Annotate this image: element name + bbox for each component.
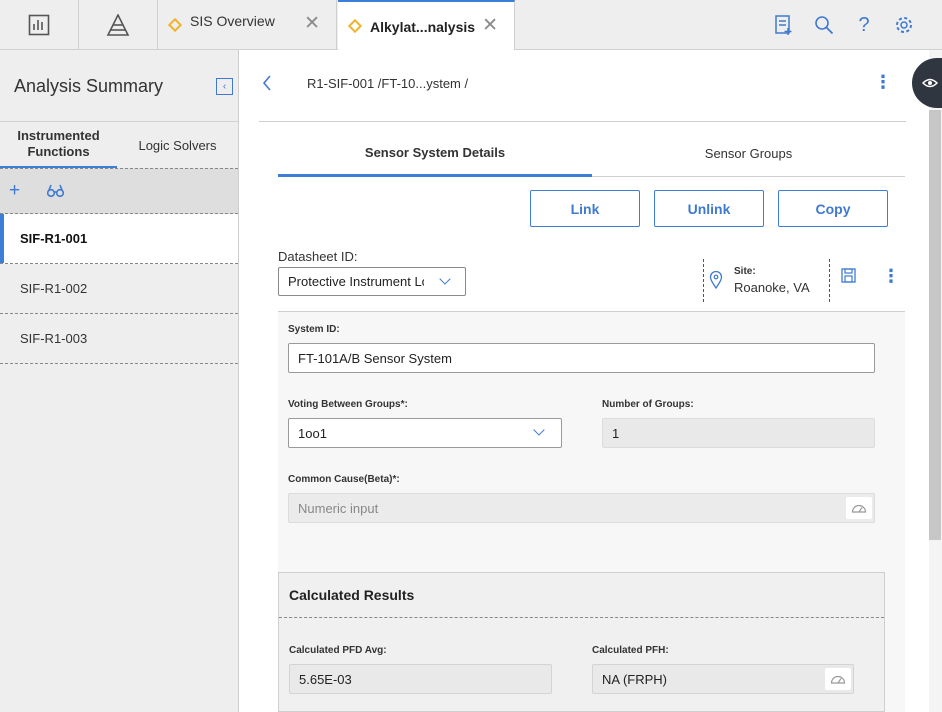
- add-icon[interactable]: +: [9, 181, 20, 201]
- diamond-icon: [347, 18, 363, 34]
- section-title: Calculated Results: [289, 587, 415, 603]
- panel-title: Analysis Summary: [14, 76, 164, 96]
- back-chevron-icon[interactable]: [262, 75, 272, 96]
- list-item[interactable]: SIF-R1-002: [0, 264, 238, 314]
- tab-label-line1: Instrumented: [17, 128, 100, 143]
- tab-label: Logic Solvers: [138, 137, 217, 153]
- close-icon[interactable]: ✕: [304, 14, 320, 33]
- divider: [259, 121, 906, 122]
- pfd-avg-label: Calculated PFD Avg:: [289, 645, 387, 656]
- sensor-tabs: Sensor System Details Sensor Groups: [278, 131, 905, 177]
- link-button[interactable]: Link: [530, 190, 640, 227]
- chevron-down-icon: [533, 424, 545, 436]
- chevron-down-icon: [439, 273, 451, 285]
- tab-sis-overview[interactable]: SIS Overview ✕: [158, 0, 337, 49]
- common-cause-label: Common Cause(Beta)*:: [288, 474, 400, 485]
- top-bar: SIS Overview ✕ Alkylat...nalysis ✕ ?: [0, 0, 942, 50]
- voting-value: 1oo1: [298, 425, 327, 441]
- pfh-value: NA (FRPH): [602, 671, 667, 687]
- voting-label: Voting Between Groups*:: [288, 399, 408, 410]
- number-of-groups-value: 1: [612, 425, 620, 441]
- common-cause-field: Numeric input: [288, 493, 875, 523]
- common-cause-placeholder: Numeric input: [298, 500, 379, 516]
- site-value: Roanoke, VA: [734, 280, 810, 295]
- list-item-label: SIF-R1-001: [20, 231, 88, 246]
- tab-instrumented-functions[interactable]: Instrumented Functions: [0, 122, 117, 169]
- number-of-groups-label: Number of Groups:: [602, 399, 694, 410]
- left-panel-toolbar: +: [0, 168, 238, 214]
- search-icon[interactable]: [812, 13, 836, 37]
- system-id-field[interactable]: FT-101A/B Sensor System: [288, 343, 875, 373]
- datasheet-value: Protective Instrument Loop: [288, 274, 424, 289]
- tab-label: Sensor System Details: [364, 145, 506, 160]
- pfd-avg-field: 5.65E-03: [289, 664, 552, 694]
- calculated-results-header: Calculated Results: [279, 573, 884, 618]
- tab-label: Sensor Groups: [704, 146, 793, 161]
- save-icon[interactable]: [841, 268, 856, 288]
- unlink-button[interactable]: Unlink: [654, 190, 764, 227]
- pfh-label: Calculated PFH:: [592, 645, 669, 656]
- close-icon[interactable]: ✕: [482, 16, 498, 35]
- tab-label: SIS Overview: [190, 12, 275, 29]
- list-item-label: SIF-R1-002: [20, 281, 88, 296]
- dashboard-button[interactable]: [0, 0, 79, 49]
- copy-button[interactable]: Copy: [778, 190, 888, 227]
- system-id-label: System ID:: [288, 324, 340, 335]
- help-icon[interactable]: ?: [852, 13, 876, 37]
- gauge-icon[interactable]: [825, 668, 851, 690]
- datasheet-label: Datasheet ID:: [278, 249, 358, 264]
- pfd-avg-value: 5.65E-03: [299, 671, 352, 687]
- tab-label-line2: Functions: [27, 144, 90, 159]
- side-panel-toggle[interactable]: [912, 58, 942, 108]
- number-of-groups-field: 1: [602, 418, 875, 448]
- divider: [829, 259, 830, 302]
- tab-alkylation-analysis[interactable]: Alkylat...nalysis ✕: [338, 0, 515, 50]
- gauge-icon[interactable]: [846, 497, 872, 519]
- notes-icon[interactable]: [772, 13, 796, 37]
- datasheet-select[interactable]: Protective Instrument Loop: [278, 267, 466, 296]
- list-item[interactable]: SIF-R1-001: [0, 214, 238, 264]
- sif-list: SIF-R1-001 SIF-R1-002 SIF-R1-003: [0, 214, 238, 364]
- pfh-field: NA (FRPH): [592, 664, 854, 694]
- asset-hierarchy-button[interactable]: [79, 0, 158, 49]
- left-panel: Analysis Summary ‹ Instrumented Functions…: [0, 50, 239, 712]
- diamond-icon: [167, 17, 183, 32]
- voting-select[interactable]: 1oo1: [288, 418, 562, 448]
- list-item[interactable]: SIF-R1-003: [0, 314, 238, 364]
- binoculars-icon[interactable]: [46, 183, 65, 203]
- gear-icon[interactable]: [892, 13, 916, 37]
- pyramid-icon: [106, 13, 130, 36]
- eye-icon: [922, 78, 938, 88]
- location-pin-icon: [709, 270, 723, 294]
- breadcrumb: R1-SIF-001 /FT-10...ystem /: [307, 76, 469, 91]
- divider: [703, 259, 704, 302]
- more-options-icon[interactable]: ⋮: [882, 267, 900, 285]
- site-label: Site:: [734, 266, 756, 277]
- list-item-label: SIF-R1-003: [20, 331, 88, 346]
- system-id-value: FT-101A/B Sensor System: [298, 350, 452, 366]
- tab-logic-solvers[interactable]: Logic Solvers: [117, 122, 238, 169]
- tab-label: Alkylat...nalysis: [370, 19, 476, 35]
- collapse-panel-icon[interactable]: ‹: [216, 78, 233, 95]
- scrollbar[interactable]: [929, 110, 941, 540]
- dashboard-icon: [28, 14, 50, 35]
- left-panel-tabs: Instrumented Functions Logic Solvers: [0, 121, 238, 169]
- tab-sensor-system-details[interactable]: Sensor System Details: [278, 131, 592, 177]
- more-options-icon[interactable]: ⋮: [874, 73, 892, 91]
- tab-sensor-groups[interactable]: Sensor Groups: [592, 131, 905, 176]
